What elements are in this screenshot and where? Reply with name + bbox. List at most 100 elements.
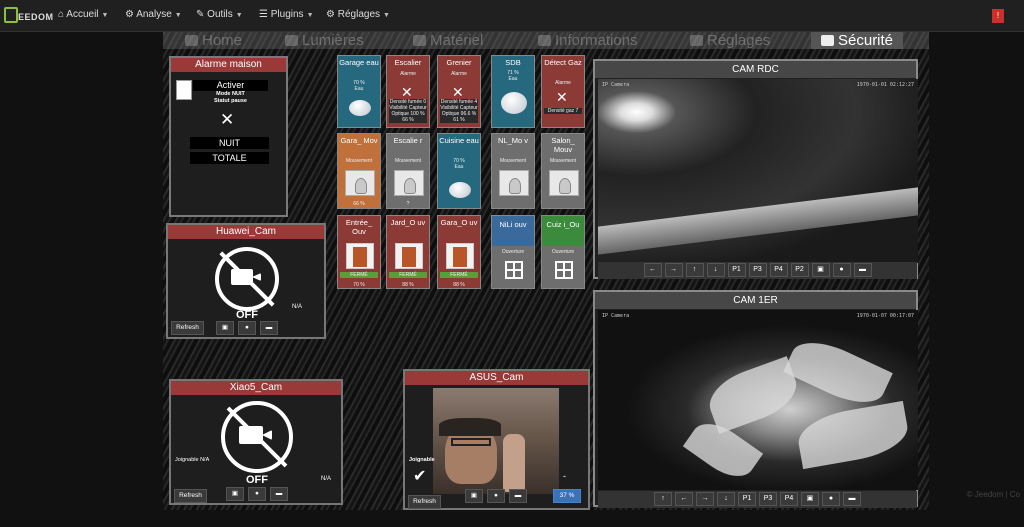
close-icon: ✕ <box>220 110 235 129</box>
info-icon <box>538 35 551 46</box>
tile-gara-ouv[interactable]: Gara_O uv FERMÉ 88 % <box>437 215 481 289</box>
pan-right-button[interactable]: → <box>696 492 714 506</box>
folder-icon[interactable]: ▬ <box>260 321 278 335</box>
chevron-down-icon: ▼ <box>235 12 243 19</box>
nav-reglages-label: Réglages <box>337 9 381 20</box>
tile-sdb[interactable]: SDB 71 % Eau <box>491 55 535 128</box>
alert-badge[interactable]: ! <box>992 9 1004 23</box>
tile-name: Salon_ Mouv <box>551 136 575 154</box>
snapshot-icon[interactable]: ▣ <box>811 263 830 277</box>
snapshot-icon[interactable]: ▣ <box>216 321 234 335</box>
tab-materiel-label: Matériel <box>430 32 484 49</box>
preset-p4-button[interactable]: P4 <box>769 263 788 277</box>
motion-sensor-icon <box>345 170 375 196</box>
preset-p3-button[interactable]: P3 <box>759 492 777 506</box>
tile-entree-ouv[interactable]: Entrée_ Ouv FERMÉ 70 % <box>337 215 381 289</box>
folder-icon[interactable]: ▬ <box>853 263 872 277</box>
tile-grenier[interactable]: Grenier Alarme ✕ Densité fumée 4 Visibil… <box>437 55 481 128</box>
tab-reglages[interactable]: Réglages <box>690 32 770 49</box>
tab-materiel[interactable]: Matériel <box>413 32 483 49</box>
mode-nuit-button[interactable]: NUIT <box>190 137 269 149</box>
preset-p2-button[interactable]: P2 <box>790 263 809 277</box>
tile-label: Mouvement <box>549 158 577 164</box>
feed-label: IP Camera <box>602 82 630 88</box>
logo[interactable]: EEDOM <box>4 5 53 27</box>
record-icon[interactable]: ● <box>238 321 256 335</box>
mode-totale-button[interactable]: TOTALE <box>190 152 269 164</box>
tile-jard-ouv[interactable]: Jard_O uv FERMÉ 88 % <box>386 215 430 289</box>
pan-right-button[interactable]: → <box>664 263 683 277</box>
nav-plugins[interactable]: ☰ Plugins ▼ <box>259 9 314 20</box>
tile-label: Mouvement <box>499 158 527 164</box>
tile-name: Escalie r <box>393 136 423 145</box>
tile-salon-mouv[interactable]: Salon_ Mouv Mouvement <box>541 133 585 209</box>
tile-nili-ouv[interactable]: NiLi ouv Ouverture <box>491 215 535 289</box>
snapshot-icon[interactable]: ▣ <box>801 492 819 506</box>
pan-left-button[interactable]: ← <box>675 492 693 506</box>
tile-gara-mov[interactable]: Gara_ Mov Mouvement 66 % <box>337 133 381 209</box>
folder-icon[interactable]: ▬ <box>509 489 527 503</box>
asus-camera-feed[interactable] <box>433 388 559 494</box>
door-icon <box>395 243 423 269</box>
tilt-up-button[interactable]: ↑ <box>685 263 704 277</box>
camera-status: - <box>563 471 566 481</box>
tile-escalier[interactable]: Escalier Alarme ✕ Densité fumée 0 Visibi… <box>386 55 430 128</box>
refresh-button[interactable]: Refresh <box>408 495 441 509</box>
tile-nl-mov[interactable]: NL_Mo v Mouvement <box>491 133 535 209</box>
plugins-icon: ☰ <box>259 9 271 20</box>
snapshot-icon[interactable]: ▣ <box>226 487 244 501</box>
nav-accueil[interactable]: ⌂ Accueil ▼ <box>58 9 108 20</box>
record-icon[interactable]: ● <box>822 492 840 506</box>
nav-accueil-label: Accueil <box>66 9 99 20</box>
wrench-icon: ✎ <box>196 9 208 20</box>
tile-cuizi-ouv[interactable]: Cuiz i_Ou Ouverture <box>541 215 585 289</box>
refresh-button[interactable]: Refresh <box>174 489 207 503</box>
tile-cuisine-eau[interactable]: Cuisine eau 70 % Eau <box>437 133 481 209</box>
record-icon[interactable]: ● <box>248 487 266 501</box>
hand <box>503 434 525 492</box>
motion-sensor-icon <box>499 170 529 196</box>
nav-outils[interactable]: ✎ Outils ▼ <box>196 9 243 20</box>
water-sensor-icon <box>449 182 471 198</box>
preset-p1-button[interactable]: P1 <box>738 492 756 506</box>
house-logo-icon <box>4 7 18 23</box>
alarm-activate-button[interactable]: Activer <box>193 80 268 91</box>
pan-left-button[interactable]: ← <box>643 263 662 277</box>
tile-name: Cuiz i_Ou <box>542 216 584 246</box>
preset-p4-button[interactable]: P4 <box>780 492 798 506</box>
battery-value: ? <box>406 201 410 207</box>
tile-name: Grenier <box>446 58 472 67</box>
tile-escalier-mov[interactable]: Escalie r Mouvement ? <box>386 133 430 209</box>
tab-home[interactable]: Home <box>185 32 242 49</box>
tab-home-label: Home <box>202 32 243 49</box>
tile-name: Gara_ Mov <box>340 136 378 145</box>
preset-p3-button[interactable]: P3 <box>748 263 767 277</box>
tab-informations[interactable]: Informations <box>538 32 638 49</box>
refresh-button[interactable]: Refresh <box>171 321 204 335</box>
door-state: FERMÉ <box>340 272 378 278</box>
tile-name: SDB <box>505 58 521 67</box>
leaf-shape <box>783 330 893 415</box>
cam-1er-feed[interactable]: IP Camera 1970-01-07 00:17:07 <box>598 310 918 490</box>
gears-icon <box>690 35 703 46</box>
record-icon[interactable]: ● <box>487 489 505 503</box>
record-icon[interactable]: ● <box>832 263 851 277</box>
folder-icon[interactable]: ▬ <box>270 487 288 501</box>
preset-p1-button[interactable]: P1 <box>727 263 746 277</box>
nav-reglages[interactable]: ⚙ Réglages ▼ <box>326 9 390 20</box>
cam-rdc-feed[interactable]: IP Camera 1970-01-01 02:12:27 <box>598 79 918 263</box>
folder-icon[interactable]: ▬ <box>843 492 861 506</box>
snapshot-icon[interactable]: ▣ <box>465 489 483 503</box>
tilt-up-button[interactable]: ↑ <box>654 492 672 506</box>
tab-lumieres-label: Lumières <box>302 32 364 49</box>
glasses <box>451 438 491 446</box>
battery-value: 66 % <box>353 201 365 207</box>
tile-garage-eau[interactable]: Garage eau 70 % Eau <box>337 55 381 128</box>
tab-securite[interactable]: Sécurité <box>811 32 904 49</box>
tab-lumieres[interactable]: Lumières <box>285 32 364 49</box>
tilt-down-button[interactable]: ↓ <box>706 263 725 277</box>
tile-detect-gaz[interactable]: Détect Gaz Alarme ✕ Densité gaz 7 <box>541 55 585 128</box>
tilt-down-button[interactable]: ↓ <box>717 492 735 506</box>
door-icon <box>446 243 474 269</box>
nav-analyse[interactable]: ⚙ Analyse ▼ <box>125 9 182 20</box>
